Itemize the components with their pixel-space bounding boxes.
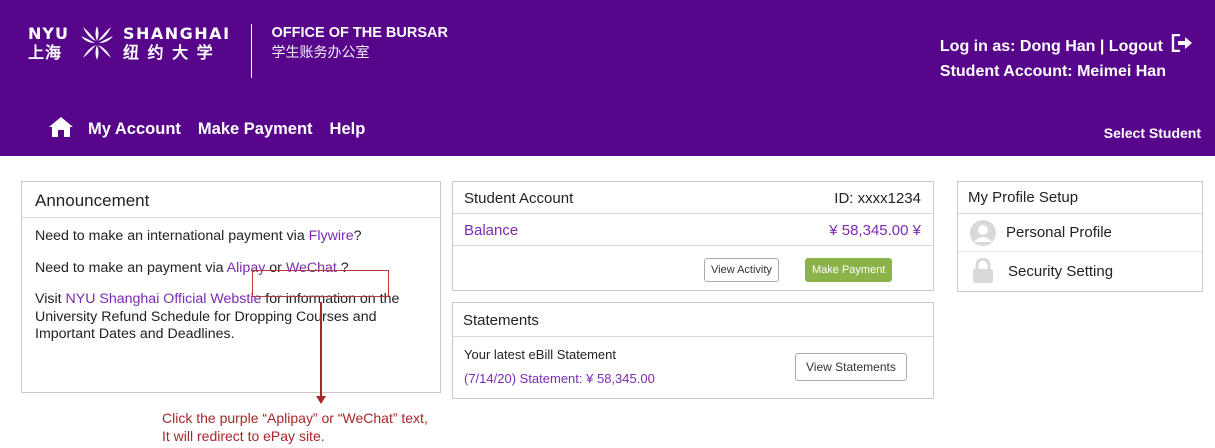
make-payment-button[interactable]: Make Payment xyxy=(805,258,893,282)
logo-nyu-text: NYU 上海 xyxy=(28,24,69,62)
login-status-text[interactable]: Log in as: Dong Han | Logout xyxy=(940,35,1163,59)
profile-title: My Profile Setup xyxy=(958,182,1202,214)
office-title: OFFICE OF THE BURSAR 学生账务办公室 xyxy=(271,25,448,60)
statements-title: Statements xyxy=(453,303,933,337)
nav-help[interactable]: Help xyxy=(330,120,366,139)
latest-ebill-label: Your latest eBill Statement xyxy=(464,347,616,362)
announcement-flywire-line: Need to make an international payment vi… xyxy=(35,228,362,244)
statements-panel: Statements Your latest eBill Statement (… xyxy=(452,302,934,399)
student-account-label: Student Account: Meimei Han xyxy=(939,63,1166,80)
balance-label[interactable]: Balance xyxy=(464,222,518,239)
security-setting-label: Security Setting xyxy=(1008,262,1114,280)
main-nav: My Account Make Payment Help xyxy=(48,116,382,143)
lock-icon xyxy=(973,258,993,283)
instruction-callout: Click the purple “Aplipay” or “WeChat” t… xyxy=(162,410,428,444)
view-activity-button[interactable]: View Activity xyxy=(704,258,779,282)
latest-statement-link[interactable]: (7/14/20) Statement: ¥ 58,345.00 xyxy=(464,371,655,386)
official-website-link[interactable]: NYU Shanghai Official Webstie xyxy=(66,291,262,307)
user-info: Log in as: Dong Han | Logout Student Acc… xyxy=(939,33,1193,84)
personal-profile-label: Personal Profile xyxy=(1006,224,1112,241)
logo-divider xyxy=(250,24,252,78)
profile-setup-panel: My Profile Setup Personal Profile Securi… xyxy=(957,181,1203,292)
account-header-row: Student Account ID: xxxx1234 xyxy=(453,182,933,214)
flywire-link[interactable]: Flywire xyxy=(309,228,354,244)
callout-arrow-line xyxy=(320,302,322,398)
nav-my-account[interactable]: My Account xyxy=(88,120,181,139)
security-setting-item[interactable]: Security Setting xyxy=(958,252,1202,290)
student-account-panel: Student Account ID: xxxx1234 Balance ¥ 5… xyxy=(452,181,934,291)
nyu-shanghai-logo[interactable]: NYU 上海 SHANGHAI 纽 约 大 学 OFFICE OF THE BU… xyxy=(28,24,448,80)
balance-value: ¥ 58,345.00 ¥ xyxy=(829,222,921,239)
nav-make-payment[interactable]: Make Payment xyxy=(198,120,313,139)
home-icon[interactable] xyxy=(48,116,74,143)
account-title: Student Account xyxy=(464,190,574,207)
alipay-wechat-highlight-box xyxy=(252,270,389,297)
callout-arrow-head xyxy=(316,396,326,404)
announcement-title: Announcement xyxy=(22,182,440,218)
person-icon xyxy=(970,219,996,246)
select-student-link[interactable]: Select Student xyxy=(1104,125,1201,141)
logout-icon[interactable] xyxy=(1171,33,1193,60)
torch-logo-icon xyxy=(80,26,113,60)
header-bar: NYU 上海 SHANGHAI 纽 约 大 学 OFFICE OF THE BU… xyxy=(0,0,1215,156)
account-id: ID: xxxx1234 xyxy=(834,190,921,207)
personal-profile-item[interactable]: Personal Profile xyxy=(958,214,1202,252)
view-statements-button[interactable]: View Statements xyxy=(795,353,907,381)
balance-row: Balance ¥ 58,345.00 ¥ xyxy=(453,214,933,246)
announcement-refund-line: Visit NYU Shanghai Official Webstie for … xyxy=(35,291,400,342)
logo-shanghai-text: SHANGHAI 纽 约 大 学 xyxy=(122,24,231,62)
